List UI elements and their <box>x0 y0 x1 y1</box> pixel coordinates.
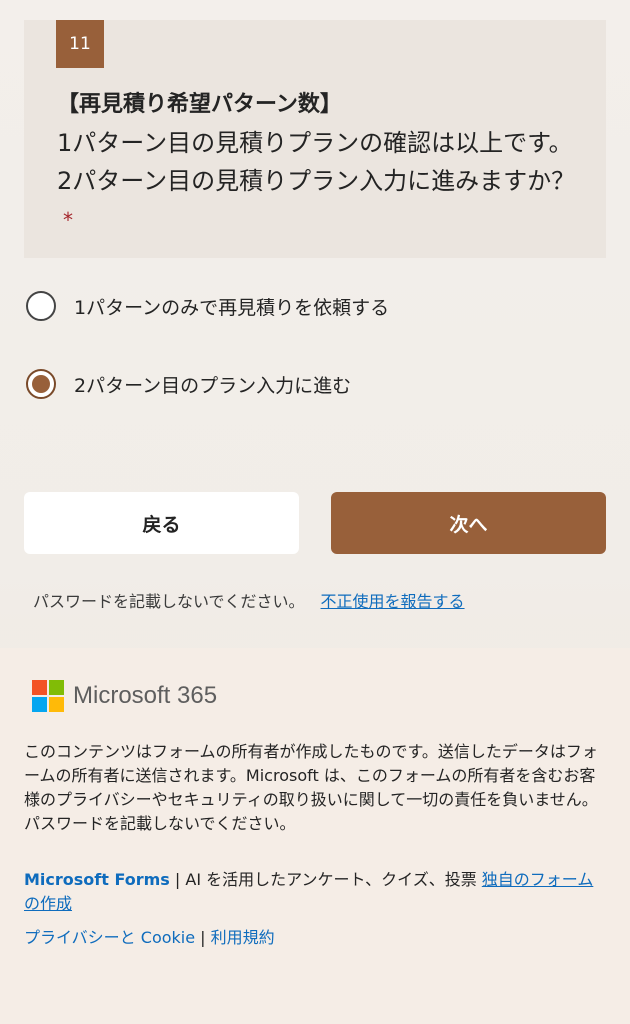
back-button[interactable]: 戻る <box>24 492 299 554</box>
option-second-pattern[interactable]: 2パターン目のプラン入力に進む <box>26 364 586 404</box>
password-warning: パスワードを記載しないでください。 不正使用を報告する <box>33 588 613 612</box>
legal-separator: | <box>195 928 211 947</box>
question-title: 【再見積り希望パターン数】 <box>57 92 342 117</box>
terms-of-use-link[interactable]: 利用規約 <box>211 928 275 947</box>
microsoft-365-brand: Microsoft 365 <box>32 680 217 712</box>
next-button[interactable]: 次へ <box>331 492 606 554</box>
option-label: 2パターン目のプラン入力に進む <box>74 374 352 397</box>
option-one-pattern-only[interactable]: 1パターンのみで再見積りを依頼する <box>26 286 586 326</box>
report-abuse-link[interactable]: 不正使用を報告する <box>321 592 465 611</box>
option-label: 1パターンのみで再見積りを依頼する <box>74 296 390 319</box>
legal-links: プライバシーと Cookie | 利用規約 <box>24 924 275 948</box>
forms-tagline: AI を活用したアンケート、クイズ、投票 <box>185 870 482 889</box>
password-warning-text: パスワードを記載しないでください。 <box>33 592 305 611</box>
question-number-badge: 11 <box>56 20 104 68</box>
footer: Microsoft 365 このコンテンツはフォームの所有者が作成したものです。… <box>0 648 630 1024</box>
radio-unselected-icon[interactable] <box>26 291 56 321</box>
forms-promo: Microsoft Forms | AI を活用したアンケート、クイズ、投票 独… <box>24 868 608 916</box>
microsoft-logo-icon <box>32 680 64 712</box>
privacy-cookies-link[interactable]: プライバシーと Cookie <box>24 928 195 947</box>
radio-selected-icon[interactable] <box>26 369 56 399</box>
microsoft-forms-link[interactable]: Microsoft Forms <box>24 870 170 889</box>
brand-name: Microsoft 365 <box>73 682 218 709</box>
question-text: 1パターン目の見積りプランの確認は以上です。2パターン目の見積りプラン入力に進み… <box>57 124 587 239</box>
question-body: 1パターン目の見積りプランの確認は以上です。2パターン目の見積りプラン入力に進み… <box>57 129 576 195</box>
disclaimer-text: このコンテンツはフォームの所有者が作成したものです。送信したデータはフォームの所… <box>24 742 598 833</box>
question-card: 11 【再見積り希望パターン数】 1パターン目の見積りプランの確認は以上です。2… <box>24 20 606 258</box>
required-asterisk: * <box>63 208 73 232</box>
form-page: 11 【再見積り希望パターン数】 1パターン目の見積りプランの確認は以上です。2… <box>0 0 630 1024</box>
forms-separator: | <box>169 870 186 889</box>
